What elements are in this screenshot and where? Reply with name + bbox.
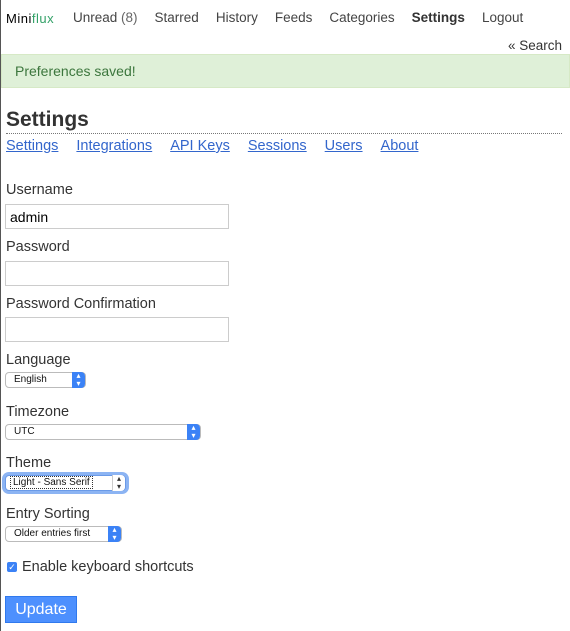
username-input[interactable] [5, 204, 229, 229]
timezone-select[interactable]: UTC ▴ ▾ [5, 424, 201, 440]
language-select[interactable]: English ▴ ▾ [5, 372, 86, 388]
select-arrows-icon: ▴ ▾ [108, 526, 121, 542]
theme-label: Theme [6, 455, 52, 471]
logo-suffix: flux [31, 11, 55, 26]
keyboard-shortcuts-checkbox[interactable]: ✓ [7, 562, 17, 572]
main-nav: Unread (8) Starred History Feeds Categor… [73, 10, 540, 25]
entry-sorting-selected: Older entries first [14, 528, 91, 539]
language-selected: English [14, 374, 47, 385]
nav-unread[interactable]: Unread (8) [73, 10, 138, 25]
page-title: Settings [6, 108, 562, 134]
nav-settings[interactable]: Settings [412, 10, 465, 25]
check-icon: ✓ [8, 562, 16, 572]
password-label: Password [6, 239, 70, 255]
username-label: Username [6, 182, 73, 198]
select-arrows-icon: ▴ ▾ [72, 372, 85, 388]
select-arrows-icon: ▴ ▾ [112, 475, 125, 491]
language-label: Language [6, 352, 71, 368]
unread-count: (8) [121, 10, 138, 25]
app-logo[interactable]: Miniflux [6, 11, 54, 26]
success-alert: Preferences saved! [1, 54, 570, 88]
entry-sorting-select[interactable]: Older entries first ▴ ▾ [5, 526, 122, 542]
nav-unread-label: Unread [73, 10, 118, 25]
select-arrows-icon: ▴ ▾ [187, 424, 200, 440]
password-input[interactable] [5, 261, 229, 286]
subnav-api-keys[interactable]: API Keys [170, 138, 230, 154]
top-header: Miniflux Unread (8) Starred History Feed… [0, 0, 570, 38]
update-button[interactable]: Update [5, 596, 77, 623]
subnav-settings[interactable]: Settings [6, 138, 58, 154]
password-confirmation-label: Password Confirmation [6, 296, 156, 312]
nav-starred[interactable]: Starred [155, 10, 199, 25]
settings-subnav: Settings Integrations API Keys Sessions … [6, 138, 436, 154]
timezone-label: Timezone [6, 404, 70, 420]
timezone-selected: UTC [14, 426, 35, 437]
search-link[interactable]: « Search [508, 38, 562, 53]
subnav-sessions[interactable]: Sessions [248, 138, 307, 154]
theme-select[interactable]: Light - Sans Serif ▴ ▾ [5, 475, 126, 491]
nav-history[interactable]: History [216, 10, 258, 25]
logo-prefix: Mini [6, 11, 32, 26]
nav-feeds[interactable]: Feeds [275, 10, 313, 25]
nav-categories[interactable]: Categories [329, 10, 394, 25]
entry-sorting-label: Entry Sorting [6, 506, 90, 522]
nav-logout[interactable]: Logout [482, 10, 523, 25]
password-confirmation-input[interactable] [5, 317, 229, 342]
subnav-users[interactable]: Users [325, 138, 363, 154]
subnav-integrations[interactable]: Integrations [76, 138, 152, 154]
window-edge [0, 0, 1, 631]
theme-selected: Light - Sans Serif [10, 476, 93, 489]
keyboard-shortcuts-label[interactable]: Enable keyboard shortcuts [22, 559, 194, 575]
subnav-about[interactable]: About [381, 138, 419, 154]
